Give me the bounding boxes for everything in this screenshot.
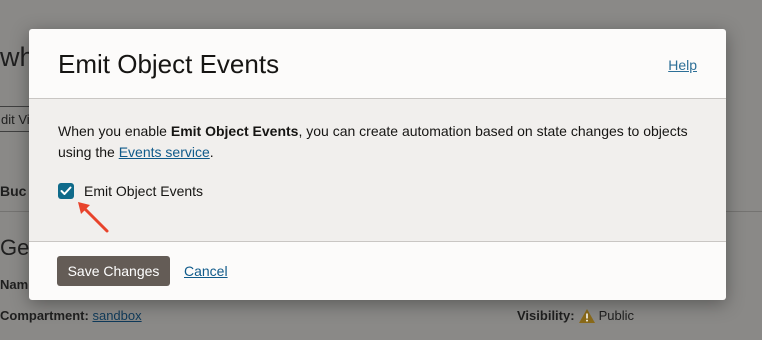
dialog-body: When you enable Emit Object Events, you … [29, 99, 726, 242]
visibility-label: Visibility: [517, 308, 575, 323]
events-service-link[interactable]: Events service [119, 144, 210, 160]
emit-object-events-checkbox[interactable] [58, 183, 74, 199]
save-changes-button[interactable]: Save Changes [57, 256, 170, 286]
dialog-description: When you enable Emit Object Events, you … [58, 121, 708, 163]
checkmark-icon [60, 186, 72, 195]
visibility-field: Visibility: Public [517, 308, 634, 323]
checkbox-label[interactable]: Emit Object Events [84, 183, 203, 199]
compartment-field: Compartment: sandbox [0, 308, 142, 323]
help-link[interactable]: Help [668, 57, 697, 73]
cancel-link[interactable]: Cancel [184, 263, 228, 279]
emit-object-events-option: Emit Object Events [58, 183, 203, 199]
description-bold: Emit Object Events [170, 123, 299, 139]
compartment-label: Compartment: [0, 308, 89, 323]
name-label: Nam [0, 277, 29, 292]
description-text-end: . [209, 144, 214, 160]
dialog-title: Emit Object Events [58, 49, 280, 79]
emit-object-events-dialog: Emit Object Events Help When you enable … [29, 29, 726, 300]
bucket-tab[interactable]: Buc [0, 183, 26, 199]
annotation-arrow-icon [78, 202, 109, 233]
warning-icon [578, 308, 595, 323]
general-section-heading: Ge [0, 235, 30, 260]
compartment-link[interactable]: sandbox [92, 308, 141, 323]
dialog-header: Emit Object Events Help [29, 29, 726, 99]
dialog-footer: Save Changes Cancel [29, 242, 726, 300]
visibility-value: Public [598, 308, 634, 323]
description-text: When you enable [58, 123, 171, 139]
